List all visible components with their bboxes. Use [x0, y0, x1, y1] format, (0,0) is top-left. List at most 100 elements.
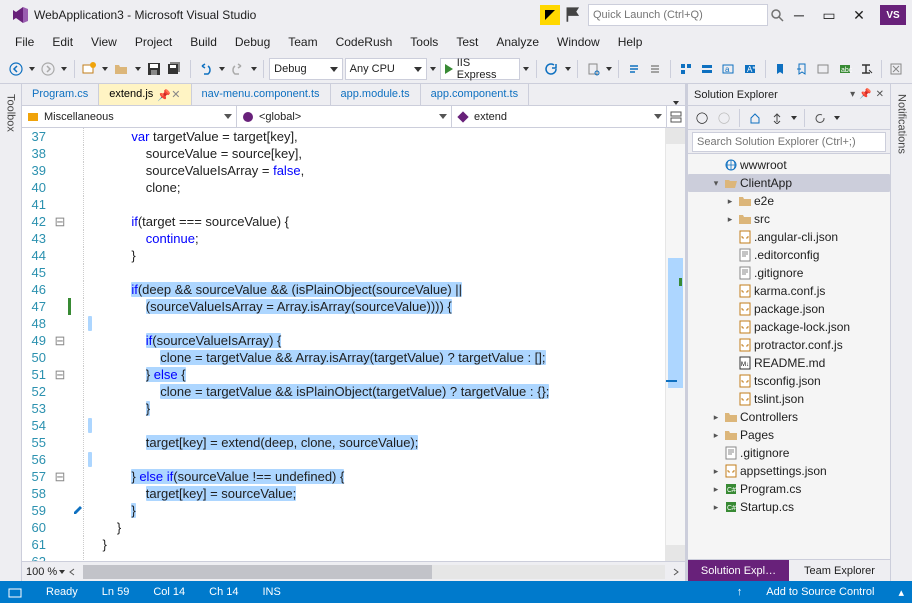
- tree-node-readme-md[interactable]: M↓README.md: [688, 354, 890, 372]
- close-icon[interactable]: ✕: [171, 88, 180, 101]
- tree-node-appsettings-json[interactable]: appsettings.json: [688, 462, 890, 480]
- prev-bookmark-button[interactable]: [813, 58, 832, 80]
- tree-node-package-json[interactable]: package.json: [688, 300, 890, 318]
- new-project-button[interactable]: [79, 58, 98, 80]
- extension-manager-button[interactable]: [887, 58, 906, 80]
- back-button[interactable]: [6, 58, 25, 80]
- sync-icon[interactable]: [767, 108, 787, 128]
- back-dropdown[interactable]: [27, 67, 36, 71]
- forward-dropdown[interactable]: [60, 67, 69, 71]
- tree-node-wwwroot[interactable]: wwwroot: [688, 156, 890, 174]
- tree-node--gitignore[interactable]: .gitignore: [688, 264, 890, 282]
- zoom-level[interactable]: 100 %: [26, 566, 57, 578]
- scc-dropdown[interactable]: ▴: [898, 586, 904, 599]
- panel-close-icon[interactable]: ✕: [876, 89, 884, 100]
- close-button[interactable]: ✕: [844, 3, 874, 27]
- nav-scope-combo[interactable]: Miscellaneous: [22, 106, 237, 127]
- save-button[interactable]: [144, 58, 163, 80]
- tree-node-src[interactable]: src: [688, 210, 890, 228]
- toggle-outlining-button[interactable]: [856, 58, 875, 80]
- toolbox-tab[interactable]: Toolbox: [3, 90, 19, 136]
- menu-test[interactable]: Test: [447, 32, 487, 52]
- tree-node--gitignore[interactable]: .gitignore: [688, 444, 890, 462]
- tree-node-e2e[interactable]: e2e: [688, 192, 890, 210]
- menu-build[interactable]: Build: [181, 32, 226, 52]
- tab-app-component-ts[interactable]: app.component.ts: [421, 84, 529, 105]
- menu-help[interactable]: Help: [609, 32, 652, 52]
- maximize-button[interactable]: ▭: [814, 3, 844, 27]
- tree-node-package-lock-json[interactable]: package-lock.json: [688, 318, 890, 336]
- menu-coderush[interactable]: CodeRush: [327, 32, 402, 52]
- warning-icon[interactable]: [540, 5, 560, 25]
- back-icon[interactable]: ◯: [692, 108, 712, 128]
- quick-actions-icon[interactable]: [72, 502, 84, 514]
- find-dropdown[interactable]: [604, 67, 613, 71]
- notifications-flag-icon[interactable]: [564, 6, 582, 24]
- tree-node-karma-conf-js[interactable]: karma.conf.js: [688, 282, 890, 300]
- horizontal-scrollbar[interactable]: [83, 565, 665, 579]
- browser-link-refresh-button[interactable]: [542, 58, 561, 80]
- menu-tools[interactable]: Tools: [401, 32, 447, 52]
- status-scc[interactable]: Add to Source Control: [766, 586, 874, 598]
- menu-team[interactable]: Team: [279, 32, 326, 52]
- tree-node-controllers[interactable]: Controllers: [688, 408, 890, 426]
- open-file-button[interactable]: [112, 58, 131, 80]
- tab-team-explorer[interactable]: Team Explorer: [789, 560, 890, 581]
- tab-solution-explorer[interactable]: Solution Expl…: [688, 560, 789, 581]
- tree-node-startup-cs[interactable]: C#Startup.cs: [688, 498, 890, 516]
- tab-Program-cs[interactable]: Program.cs: [22, 84, 99, 105]
- fwd-icon[interactable]: ◯: [714, 108, 734, 128]
- solution-search-input[interactable]: [692, 132, 886, 152]
- notifications-tab[interactable]: Notifications: [894, 90, 910, 581]
- quick-launch-input[interactable]: [588, 4, 768, 26]
- start-debug-button[interactable]: IIS Express: [440, 58, 520, 80]
- solution-tree[interactable]: wwwrootClientAppe2esrc.angular-cli.json.…: [688, 154, 890, 559]
- view-dropdown[interactable]: [832, 116, 842, 120]
- platform-dropdown[interactable]: [429, 67, 438, 71]
- tree-node-pages[interactable]: Pages: [688, 426, 890, 444]
- forward-button[interactable]: [38, 58, 57, 80]
- pin-icon[interactable]: 📌: [859, 89, 871, 100]
- list-members-button[interactable]: [676, 58, 695, 80]
- browser-link-dropdown[interactable]: [563, 67, 572, 71]
- sync-dropdown[interactable]: [789, 116, 799, 120]
- start-dropdown[interactable]: [522, 67, 531, 71]
- home-icon[interactable]: [745, 108, 765, 128]
- panel-menu-icon[interactable]: ▾: [850, 89, 855, 100]
- tab-extend-js[interactable]: extend.js📌✕: [99, 84, 191, 105]
- quick-info-button[interactable]: a: [719, 58, 738, 80]
- menu-file[interactable]: File: [6, 32, 43, 52]
- publish-icon[interactable]: ↑: [737, 586, 743, 598]
- menu-view[interactable]: View: [82, 32, 126, 52]
- account-badge[interactable]: VS: [880, 5, 906, 25]
- open-file-dropdown[interactable]: [133, 67, 142, 71]
- redo-button[interactable]: [228, 58, 247, 80]
- tree-node-program-cs[interactable]: C#Program.cs: [688, 480, 890, 498]
- pin-icon[interactable]: 📌: [157, 89, 167, 99]
- tree-node-tsconfig-json[interactable]: tsconfig.json: [688, 372, 890, 390]
- menu-analyze[interactable]: Analyze: [487, 32, 548, 52]
- new-project-dropdown[interactable]: [101, 67, 110, 71]
- undo-button[interactable]: [196, 58, 215, 80]
- tree-node-tslint-json[interactable]: tslint.json: [688, 390, 890, 408]
- menu-edit[interactable]: Edit: [43, 32, 82, 52]
- menu-window[interactable]: Window: [548, 32, 609, 52]
- vertical-scrollbar[interactable]: [665, 128, 685, 561]
- solution-config-combo[interactable]: Debug: [269, 58, 342, 80]
- refresh-icon[interactable]: [810, 108, 830, 128]
- clear-bookmarks-button[interactable]: abc: [835, 58, 854, 80]
- tab-app-module-ts[interactable]: app.module.ts: [331, 84, 421, 105]
- tree-node--editorconfig[interactable]: .editorconfig: [688, 246, 890, 264]
- solution-platform-combo[interactable]: Any CPU: [345, 58, 427, 80]
- next-bookmark-button[interactable]: [792, 58, 811, 80]
- code-editor[interactable]: 37 var targetValue = target[key],38 sour…: [22, 128, 685, 561]
- panel-title-bar[interactable]: Solution Explorer ▾ 📌 ✕: [688, 84, 890, 106]
- scroll-right-icon[interactable]: [671, 567, 681, 577]
- param-info-button[interactable]: [697, 58, 716, 80]
- bookmark-button[interactable]: [770, 58, 789, 80]
- nav-type-combo[interactable]: <global>: [237, 106, 452, 127]
- menu-project[interactable]: Project: [126, 32, 181, 52]
- undo-dropdown[interactable]: [217, 67, 226, 71]
- tree-node-protractor-conf-js[interactable]: protractor.conf.js: [688, 336, 890, 354]
- uncomment-button[interactable]: [646, 58, 665, 80]
